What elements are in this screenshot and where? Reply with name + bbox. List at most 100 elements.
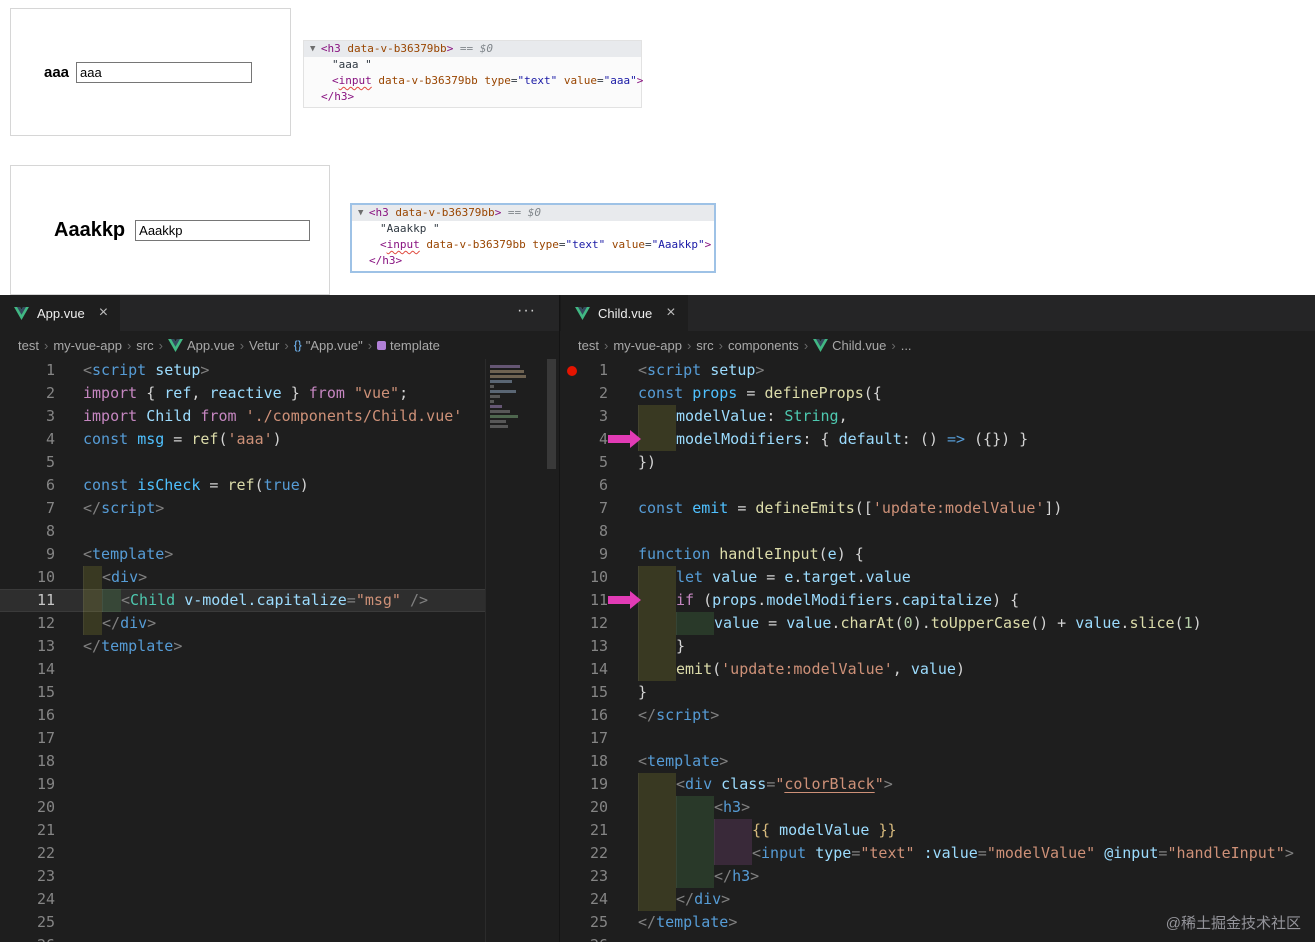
devtools-node-line[interactable]: </h3> [352,253,714,269]
minimap[interactable] [488,363,532,430]
close-icon[interactable]: × [666,304,675,322]
code-line[interactable]: 16 </script> [560,704,1315,727]
devtools-node-line[interactable]: ▼ <h3 data-v-b36379bb> == $0 [352,205,714,221]
code-line[interactable]: 15 [0,681,485,704]
breadcrumb-item[interactable]: Child.vue [813,338,886,353]
close-icon[interactable]: × [99,304,108,322]
breadcrumb-item[interactable]: App.vue [168,338,235,353]
code-line[interactable]: 22 [0,842,485,865]
breakpoint-dot[interactable] [567,366,577,376]
code-line[interactable]: 2 import { ref, reactive } from "vue"; [0,382,485,405]
code-line[interactable]: 15} [560,681,1315,704]
devtools-node-line[interactable]: </h3> [304,89,641,105]
breadcrumb-item[interactable]: my-vue-app [613,338,682,353]
line-number: 6 [598,476,608,494]
code-line[interactable]: 25 [0,911,485,934]
code-line[interactable]: 2 const props = defineProps({ [560,382,1315,405]
code-line[interactable]: 5}) [560,451,1315,474]
code-line[interactable]: 26 [560,934,1315,942]
devtools-node-line[interactable]: "Aaakkp " [352,221,714,237]
code-line[interactable]: 6 [560,474,1315,497]
demo-text-input-top[interactable] [76,61,253,83]
code-text: import { ref, reactive } from "vue"; [83,384,409,402]
code-line[interactable]: 1 <script setup> [0,359,485,382]
code-line[interactable]: 12 value = value.charAt(0).toUpperCase() … [560,612,1315,635]
demo-text-input-middle[interactable] [135,219,311,241]
code-line[interactable]: 14 [0,658,485,681]
code-line[interactable]: 23 </h3> [560,865,1315,888]
scrollbar-thumb[interactable] [547,359,556,469]
code-line[interactable]: 8 [560,520,1315,543]
code-text: </h3> [714,867,760,885]
code-line[interactable]: 10 let value = e.target.value [560,566,1315,589]
code-line[interactable]: 20 <h3> [560,796,1315,819]
breadcrumb-item[interactable]: src [136,338,153,353]
code-line[interactable]: 24 </div> [560,888,1315,911]
breadcrumb-item[interactable]: {} "App.vue" [294,338,363,353]
devtools-node-line[interactable]: <input data-v-b36379bb type="text" value… [352,237,714,253]
code-line[interactable]: 6 const isCheck = ref(true) [0,474,485,497]
demo-panel-middle: Aaakkp [10,165,330,295]
code-line[interactable]: 21 [0,819,485,842]
code-line[interactable]: 4 modelModifiers: { default: () => ({}) } [560,428,1315,451]
devtools-node-line[interactable]: ▼ <h3 data-v-b36379bb> == $0 [304,41,641,57]
line-number: 24 [36,890,55,908]
code-line[interactable]: 3 import Child from './components/Child.v… [0,405,485,428]
breadcrumb-item[interactable]: test [578,338,599,353]
code-text: if (props.modelModifiers.capitalize) { [676,591,1020,609]
code-line[interactable]: 10 <div> [0,566,485,589]
code-text: const props = defineProps({ [638,384,882,402]
code-line[interactable]: 7 const emit = defineEmits(['update:model… [560,497,1315,520]
code-line[interactable]: 13} [560,635,1315,658]
editor-app-vue[interactable]: 1 <script setup> 2 import { ref, reactive }… [0,359,485,942]
code-line[interactable]: 3 modelValue: String, [560,405,1315,428]
code-line[interactable]: 11 if (props.modelModifiers.capitalize) { [560,589,1315,612]
more-actions-icon[interactable]: ··· [517,302,536,320]
code-line[interactable]: 8 [0,520,485,543]
line-number: 13 [36,637,55,655]
breadcrumb-item[interactable]: Vetur [249,338,279,353]
code-line[interactable]: 26 [0,934,485,942]
code-line[interactable]: 22 <input type="text" :value="modelValue"… [560,842,1315,865]
devtools-node-line[interactable]: <input data-v-b36379bb type="text" value… [304,73,643,89]
code-line[interactable]: 14 emit('update:modelValue', value) [560,658,1315,681]
breadcrumb-item[interactable]: src [696,338,713,353]
code-line[interactable]: 24 [0,888,485,911]
code-text: </template> [83,637,183,655]
breadcrumb-item[interactable]: my-vue-app [53,338,122,353]
breadcrumb-item[interactable]: ... [901,338,912,353]
tab-app-vue[interactable]: App.vue × [0,295,121,331]
code-line[interactable]: 16 [0,704,485,727]
code-line[interactable]: 12 </div> [0,612,485,635]
code-line[interactable]: 23 [0,865,485,888]
line-number: 10 [589,568,608,586]
tab-child-vue[interactable]: Child.vue × [561,295,688,331]
vue-logo-icon [575,306,590,320]
vue-logo-icon [168,338,183,352]
code-line[interactable]: 13 </template> [0,635,485,658]
editor-child-vue[interactable]: 1 <script setup> 2 const props = defineProp… [560,359,1315,942]
code-line[interactable]: 19 [0,773,485,796]
devtools-node-line[interactable]: "aaa " [304,57,641,73]
code-line[interactable]: 7 </script> [0,497,485,520]
code-line[interactable]: 17 [560,727,1315,750]
code-line[interactable]: 18 <template> [560,750,1315,773]
breadcrumb-item[interactable]: components [728,338,799,353]
code-line[interactable]: 17 [0,727,485,750]
code-line[interactable]: 19 <div class="colorBlack"> [560,773,1315,796]
code-line[interactable]: 9 function handleInput(e) { [560,543,1315,566]
code-line[interactable]: 18 [0,750,485,773]
code-line[interactable]: 5 [0,451,485,474]
code-line[interactable]: 21 {{ modelValue }} [560,819,1315,842]
code-line[interactable]: 4 const msg = ref('aaa') [0,428,485,451]
code-line[interactable]: 11 <Child v-model.capitalize="msg" /> [0,589,485,612]
code-line[interactable]: 1 <script setup> [560,359,1315,382]
breadcrumb-item[interactable]: template [377,338,440,353]
code-line[interactable]: 20 [0,796,485,819]
line-number: 10 [36,568,55,586]
breadcrumb-item[interactable]: test [18,338,39,353]
code-text: </div> [676,890,731,908]
code-line[interactable]: 9 <template> [0,543,485,566]
line-number: 24 [589,890,608,908]
code-text: <script setup> [83,361,210,379]
